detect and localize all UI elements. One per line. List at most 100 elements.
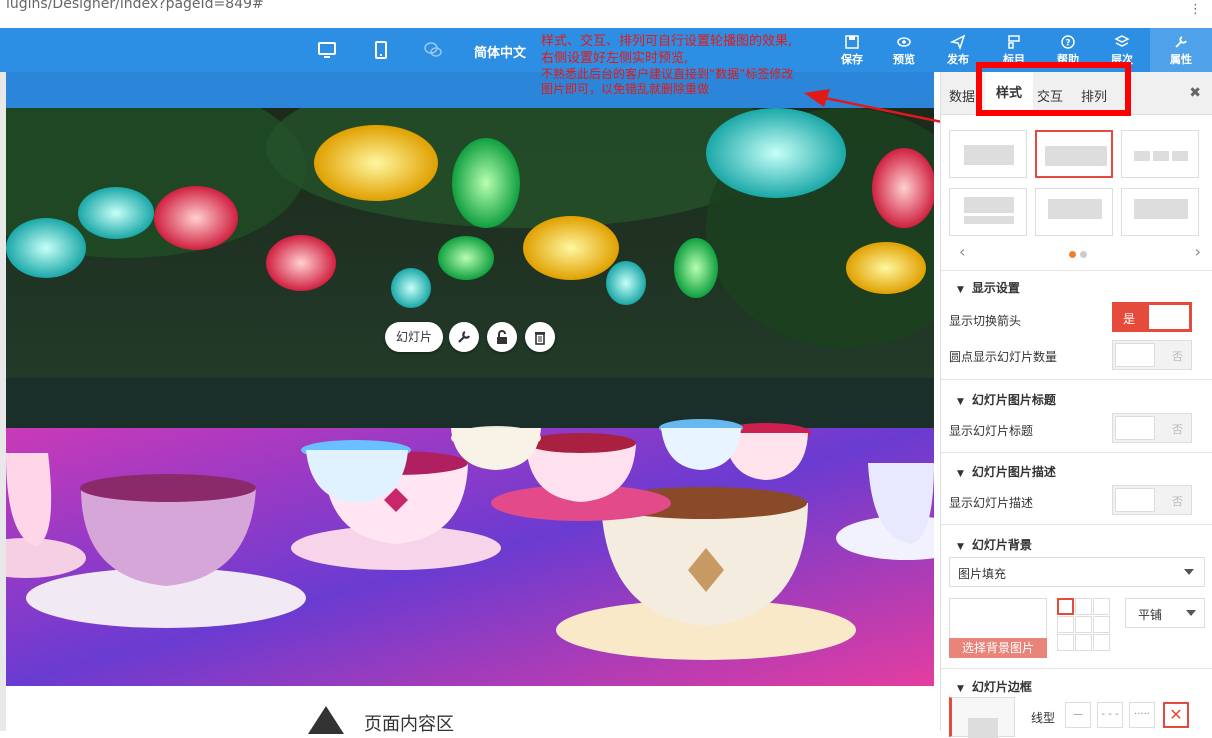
mobile-view-button[interactable] bbox=[364, 28, 398, 72]
section-border-label: 幻灯片边框 bbox=[971, 680, 1032, 694]
line-dashed-button[interactable]: - - - bbox=[1097, 702, 1123, 728]
bg-repeat-select[interactable]: 平铺 bbox=[1125, 598, 1205, 628]
properties-button[interactable]: 属性 bbox=[1150, 28, 1212, 72]
wechat-icon bbox=[424, 42, 442, 57]
toggle-no-label: 否 bbox=[1172, 350, 1183, 363]
choose-bg-image-button[interactable]: 选择背景图片 bbox=[949, 638, 1047, 658]
desktop-view-button[interactable] bbox=[310, 28, 344, 72]
style-template-3[interactable] bbox=[1121, 130, 1199, 178]
section-display-title[interactable]: ▼ 显示设置 bbox=[957, 279, 1020, 296]
divider bbox=[941, 452, 1212, 453]
toggle-knob bbox=[1115, 416, 1155, 440]
style-template-4[interactable] bbox=[949, 188, 1027, 236]
eye-icon bbox=[897, 37, 911, 47]
show-arrows-label: 显示切换箭头 bbox=[949, 314, 1022, 328]
page-content-label: 页面内容区 bbox=[364, 714, 454, 735]
show-count-toggle[interactable]: 否 bbox=[1112, 340, 1192, 370]
style-template-2[interactable] bbox=[1035, 130, 1113, 178]
properties-label: 属性 bbox=[1170, 53, 1192, 66]
toggle-knob bbox=[1115, 343, 1155, 367]
layers-icon bbox=[1114, 35, 1130, 47]
show-title-toggle[interactable]: 否 bbox=[1112, 413, 1192, 443]
close-icon[interactable]: ✖ bbox=[1189, 85, 1201, 101]
bg-position-grid bbox=[1057, 598, 1113, 654]
section-title-title[interactable]: ▼ 幻灯片图片标题 bbox=[957, 391, 1056, 408]
section-display-label: 显示设置 bbox=[971, 281, 1020, 295]
carousel-dot[interactable] bbox=[1080, 251, 1087, 258]
chevron-right-icon[interactable]: › bbox=[1195, 242, 1201, 261]
properties-panel: 数据 样式 交互 排列 ✖ ‹ › ▼ 显示设置 显示切换箭头 是 圆点显示幻灯… bbox=[940, 72, 1212, 738]
show-title-label: 显示幻灯片标题 bbox=[949, 424, 1034, 438]
show-arrows-toggle[interactable]: 是 bbox=[1112, 302, 1192, 332]
position-center[interactable] bbox=[1075, 616, 1092, 633]
style-template-1[interactable] bbox=[949, 130, 1027, 178]
delete-slide-button[interactable] bbox=[525, 322, 555, 352]
annotation-highlight-box bbox=[976, 62, 1131, 116]
page-content-area[interactable]: 页面内容区 bbox=[6, 686, 934, 735]
svg-text:?: ? bbox=[1065, 39, 1070, 49]
unlock-slide-button[interactable] bbox=[487, 322, 517, 352]
position-middle-right[interactable] bbox=[1093, 616, 1110, 633]
position-bottom-right[interactable] bbox=[1093, 634, 1110, 651]
position-bottom-left[interactable] bbox=[1057, 634, 1074, 651]
template-carousel-nav: ‹ › bbox=[941, 242, 1212, 264]
language-switch[interactable]: 简体中文 bbox=[474, 42, 526, 61]
bg-fill-select[interactable]: 图片填充 bbox=[949, 557, 1205, 587]
bg-repeat-value: 平铺 bbox=[1138, 608, 1163, 622]
url-text[interactable]: lugins/Designer/index?pageId=849# bbox=[6, 0, 264, 12]
trash-icon bbox=[535, 332, 545, 345]
browser-menu-icon[interactable]: ⋮ bbox=[1189, 2, 1202, 17]
line-dotted-button[interactable]: ····· bbox=[1129, 702, 1155, 728]
position-top-center[interactable] bbox=[1075, 598, 1092, 615]
line-type-label: 线型 bbox=[1031, 711, 1056, 725]
section-desc-label: 幻灯片图片描述 bbox=[971, 465, 1056, 479]
tab-data[interactable]: 数据 bbox=[949, 86, 975, 105]
toggle-no-label: 否 bbox=[1172, 495, 1183, 508]
chevron-left-icon[interactable]: ‹ bbox=[959, 242, 965, 261]
grid-icon bbox=[1008, 35, 1020, 49]
browser-url-bar[interactable]: lugins/Designer/index?pageId=849# ⋮ bbox=[0, 0, 1212, 28]
toggle-yes-label: 是 bbox=[1123, 312, 1136, 326]
divider bbox=[941, 379, 1212, 380]
phone-icon bbox=[375, 41, 387, 59]
style-template-6[interactable] bbox=[1121, 188, 1199, 236]
line-none-button[interactable]: ✕ bbox=[1163, 702, 1189, 728]
send-icon bbox=[950, 34, 966, 50]
position-top-right[interactable] bbox=[1093, 598, 1110, 615]
carousel-dot-active[interactable] bbox=[1069, 251, 1076, 258]
line-solid-button[interactable]: — bbox=[1065, 702, 1091, 728]
section-bg-title[interactable]: ▼ 幻灯片背景 bbox=[957, 536, 1032, 553]
section-bg-label: 幻灯片背景 bbox=[971, 538, 1032, 552]
position-bottom-center[interactable] bbox=[1075, 634, 1092, 651]
toggle-knob bbox=[1115, 488, 1155, 512]
caret-down-icon bbox=[1184, 569, 1194, 575]
wechat-view-button[interactable] bbox=[416, 28, 450, 72]
monitor-icon bbox=[318, 42, 336, 58]
edit-slide-button[interactable] bbox=[449, 322, 479, 352]
divider bbox=[941, 668, 1212, 669]
show-desc-label: 显示幻灯片描述 bbox=[949, 496, 1034, 510]
position-top-left[interactable] bbox=[1057, 598, 1074, 615]
wrench-icon bbox=[458, 331, 470, 343]
show-count-label: 圆点显示幻灯片数量 bbox=[949, 350, 1058, 364]
toggle-no-label: 否 bbox=[1172, 423, 1183, 436]
publish-button[interactable]: 发布 bbox=[940, 28, 976, 72]
section-desc-title[interactable]: ▼ 幻灯片图片描述 bbox=[957, 463, 1056, 480]
caret-down-icon bbox=[1186, 610, 1196, 616]
slide-image bbox=[6, 108, 934, 686]
unlock-icon bbox=[497, 330, 507, 344]
annotation-line-1: 样式、交互、排列可自行设置轮播图的效果, bbox=[541, 34, 793, 49]
border-preview bbox=[949, 697, 1015, 738]
slideshow-canvas[interactable] bbox=[6, 108, 934, 686]
wrench-icon bbox=[1175, 36, 1187, 48]
divider bbox=[941, 524, 1212, 525]
preview-label: 预览 bbox=[893, 53, 915, 66]
position-middle-left[interactable] bbox=[1057, 616, 1074, 633]
preview-button[interactable]: 预览 bbox=[886, 28, 922, 72]
section-border-title[interactable]: ▼ 幻灯片边框 bbox=[957, 678, 1032, 695]
help-icon: ? bbox=[1061, 35, 1075, 49]
show-desc-toggle[interactable]: 否 bbox=[1112, 485, 1192, 515]
slideshow-label-pill[interactable]: 幻灯片 bbox=[385, 322, 443, 352]
annotation-line-3: 不熟悉此后台的客户建议直接到“数据”标签修改 bbox=[541, 67, 794, 81]
style-template-5[interactable] bbox=[1035, 188, 1113, 236]
